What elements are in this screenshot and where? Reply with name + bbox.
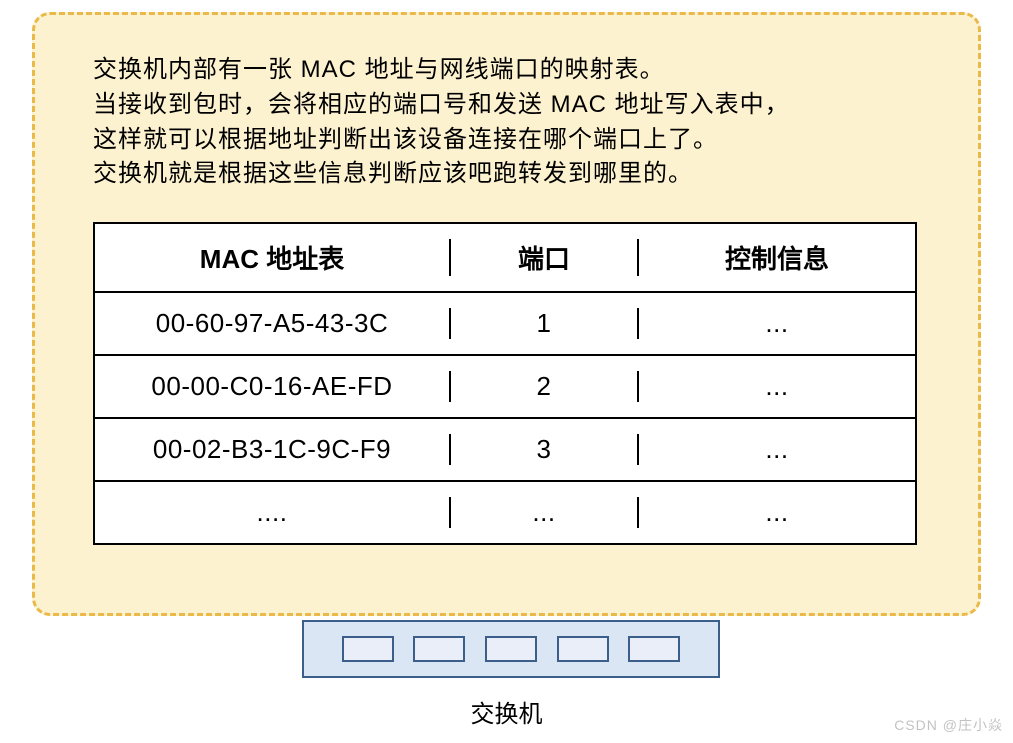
cell-ctrl: ... [639,434,915,465]
watermark-text: CSDN @庄小焱 [894,715,1003,735]
cell-port: ... [451,497,639,528]
header-mac: MAC 地址表 [95,239,451,276]
table-row: 00-02-B3-1C-9C-F9 3 ... [95,417,915,480]
desc-line-4: 交换机就是根据这些信息判断应该吧跑转发到哪里的。 [93,160,693,187]
desc-line-3: 这样就可以根据地址判断出该设备连接在哪个端口上了。 [93,126,718,153]
cell-ctrl: ... [639,308,915,339]
header-ctrl: 控制信息 [639,239,915,276]
switch-port-icon [557,636,609,662]
cell-mac: 00-00-C0-16-AE-FD [95,371,451,402]
header-port: 端口 [451,239,639,276]
cell-mac: .... [95,497,451,528]
info-panel: 交换机内部有一张 MAC 地址与网线端口的映射表。 当接收到包时，会将相应的端口… [32,12,981,616]
cell-port: 3 [451,434,639,465]
table-row: 00-00-C0-16-AE-FD 2 ... [95,354,915,417]
switch-port-icon [342,636,394,662]
switch-port-icon [628,636,680,662]
switch-port-icon [485,636,537,662]
cell-ctrl: ... [639,497,915,528]
mac-address-table: MAC 地址表 端口 控制信息 00-60-97-A5-43-3C 1 ... … [93,222,917,545]
table-header-row: MAC 地址表 端口 控制信息 [95,224,915,291]
cell-port: 2 [451,371,639,402]
cell-mac: 00-60-97-A5-43-3C [95,308,451,339]
cell-mac: 00-02-B3-1C-9C-F9 [95,434,451,465]
desc-line-2: 当接收到包时，会将相应的端口号和发送 MAC 地址写入表中， [93,91,790,118]
switch-port-icon [413,636,465,662]
table-row: .... ... ... [95,480,915,543]
cell-port: 1 [451,308,639,339]
switch-device [302,620,720,678]
description-text: 交换机内部有一张 MAC 地址与网线端口的映射表。 当接收到包时，会将相应的端口… [93,53,920,192]
cell-ctrl: ... [639,371,915,402]
desc-line-1: 交换机内部有一张 MAC 地址与网线端口的映射表。 [93,56,665,83]
table-row: 00-60-97-A5-43-3C 1 ... [95,291,915,354]
switch-label: 交换机 [0,694,1013,729]
